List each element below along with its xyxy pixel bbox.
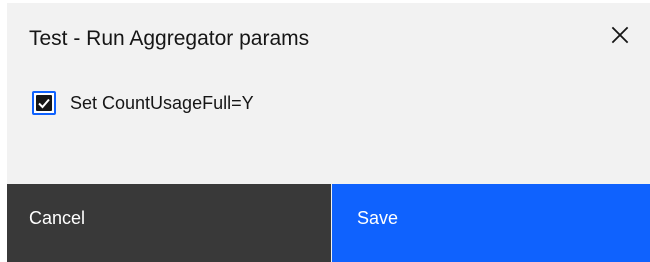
close-icon xyxy=(611,26,629,49)
modal-title: Test - Run Aggregator params xyxy=(29,27,310,50)
modal-dialog: Test - Run Aggregator params Set CountUs… xyxy=(7,3,650,262)
save-button[interactable]: Save xyxy=(332,184,650,262)
count-usage-full-option[interactable]: Set CountUsageFull=Y xyxy=(32,91,254,115)
modal-footer: Cancel Save xyxy=(7,184,650,262)
count-usage-full-label: Set CountUsageFull=Y xyxy=(70,92,254,113)
count-usage-full-checkbox[interactable] xyxy=(32,91,56,115)
cancel-button[interactable]: Cancel xyxy=(7,184,331,262)
checkmark-icon xyxy=(36,95,52,111)
close-button[interactable] xyxy=(604,21,636,53)
